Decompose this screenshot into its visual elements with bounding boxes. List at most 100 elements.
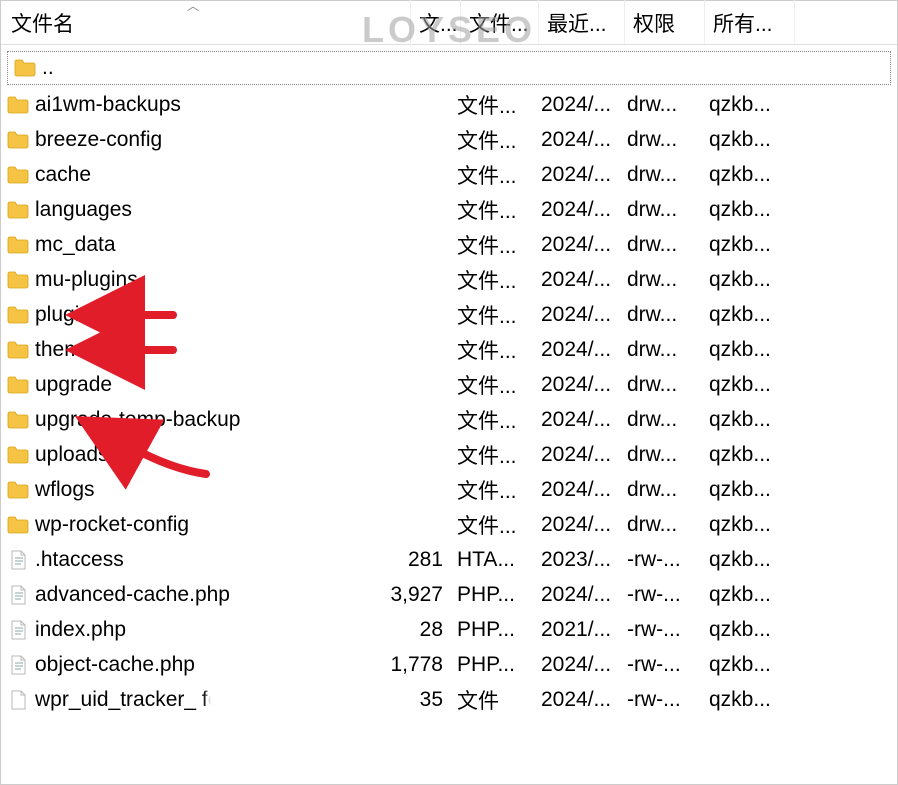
file-name: wflogs [35,478,349,502]
file-date: 2024/... [535,373,621,397]
file-date: 2024/... [535,408,621,432]
column-header-owner[interactable]: 所有... [705,0,795,46]
file-perm: -rw-... [621,548,703,572]
folder-icon [7,95,29,115]
file-owner: qzkb... [703,513,793,537]
file-owner: qzkb... [703,653,793,677]
file-name: index.php [35,618,349,642]
file-name: breeze-config [35,128,349,152]
file-name: languages [35,198,349,222]
file-date: 2024/... [535,198,621,222]
file-icon [7,550,29,570]
folder-icon [7,200,29,220]
file-name: .. [42,56,350,80]
parent-dir-row[interactable]: .. [7,51,891,85]
file-size: 28 [355,618,451,642]
file-perm: drw... [621,373,703,397]
column-header-perm[interactable]: 权限 [625,0,705,46]
column-header-type[interactable]: 文件... [461,0,539,46]
file-size: 3,927 [355,583,451,607]
file-name: plugins [35,303,349,327]
file-perm: drw... [621,478,703,502]
file-type: 文件... [451,405,535,435]
table-row[interactable]: wflogs 文件... 2024/... drw... qzkb... [1,472,897,507]
table-row[interactable]: .htaccess 281 HTA... 2023/... -rw-... qz… [1,542,897,577]
file-perm: -rw-... [621,618,703,642]
file-perm: drw... [621,198,703,222]
folder-icon [7,270,29,290]
file-name: ai1wm-backups [35,93,349,117]
table-row[interactable]: plugins 文件... 2024/... drw... qzkb... [1,297,897,332]
file-owner: qzkb... [703,268,793,292]
file-owner: qzkb... [703,163,793,187]
file-perm: drw... [621,233,703,257]
table-row[interactable]: mc_data 文件... 2024/... drw... qzkb... [1,227,897,262]
file-owner: qzkb... [703,443,793,467]
file-type: 文件... [451,440,535,470]
file-perm: drw... [621,338,703,362]
file-type: PHP... [451,583,535,607]
table-row[interactable]: mu-plugins 文件... 2024/... drw... qzkb... [1,262,897,297]
file-perm: drw... [621,303,703,327]
table-row[interactable]: index.php 28 PHP... 2021/... -rw-... qzk… [1,612,897,647]
file-name: uploads [35,443,349,467]
file-type: PHP... [451,653,535,677]
column-header-date[interactable]: 最近... [539,0,625,46]
file-name: wp-rocket-config [35,513,349,537]
file-perm: drw... [621,128,703,152]
table-row[interactable]: languages 文件... 2024/... drw... qzkb... [1,192,897,227]
file-owner: qzkb... [703,93,793,117]
file-date: 2024/... [535,268,621,292]
file-name: .htaccess [35,548,349,572]
table-row[interactable]: wp-rocket-config 文件... 2024/... drw... q… [1,507,897,542]
table-row[interactable]: upgrade-temp-backup 文件... 2024/... drw..… [1,402,897,437]
file-perm: drw... [621,513,703,537]
column-header-size[interactable]: 文... [411,0,461,46]
file-name: upgrade [35,373,349,397]
file-perm: -rw-... [621,583,703,607]
file-owner: qzkb... [703,198,793,222]
table-row[interactable]: object-cache.php 1,778 PHP... 2024/... -… [1,647,897,682]
file-date: 2024/... [535,583,621,607]
file-type: 文件... [451,90,535,120]
file-owner: qzkb... [703,373,793,397]
file-type: 文件... [451,335,535,365]
file-date: 2021/... [535,618,621,642]
file-owner: qzkb... [703,478,793,502]
table-row[interactable]: ai1wm-backups 文件... 2024/... drw... qzkb… [1,87,897,122]
folder-icon [7,340,29,360]
file-owner: qzkb... [703,128,793,152]
table-row[interactable]: themes 文件... 2024/... drw... qzkb... [1,332,897,367]
file-type: 文件... [451,125,535,155]
file-size: 281 [355,548,451,572]
folder-icon [7,410,29,430]
file-name: object-cache.php [35,653,349,677]
file-owner: qzkb... [703,688,793,712]
file-size: 1,778 [355,653,451,677]
column-header-name[interactable]: 文件名 [1,0,411,46]
table-row[interactable]: wpr_uid_tracker_ fe... 35 文件 2024/... -r… [1,682,897,717]
file-date: 2024/... [535,688,621,712]
file-date: 2023/... [535,548,621,572]
file-date: 2024/... [535,233,621,257]
table-row[interactable]: breeze-config 文件... 2024/... drw... qzkb… [1,122,897,157]
file-date: 2024/... [535,513,621,537]
folder-icon [7,130,29,150]
folder-icon [7,165,29,185]
column-header-row: ︿ 文件名 文... 文件... 最近... 权限 所有... [1,1,897,45]
table-row[interactable]: cache 文件... 2024/... drw... qzkb... [1,157,897,192]
table-row[interactable]: uploads 文件... 2024/... drw... qzkb... [1,437,897,472]
file-date: 2024/... [535,338,621,362]
file-type: 文件... [451,265,535,295]
table-row[interactable]: upgrade 文件... 2024/... drw... qzkb... [1,367,897,402]
file-date: 2024/... [535,478,621,502]
file-perm: -rw-... [621,653,703,677]
file-date: 2024/... [535,128,621,152]
table-row[interactable]: advanced-cache.php 3,927 PHP... 2024/...… [1,577,897,612]
folder-icon [7,480,29,500]
file-type: 文件... [451,475,535,505]
file-name: mc_data [35,233,349,257]
folder-icon [14,58,36,78]
file-name: cache [35,163,349,187]
file-icon [7,585,29,605]
